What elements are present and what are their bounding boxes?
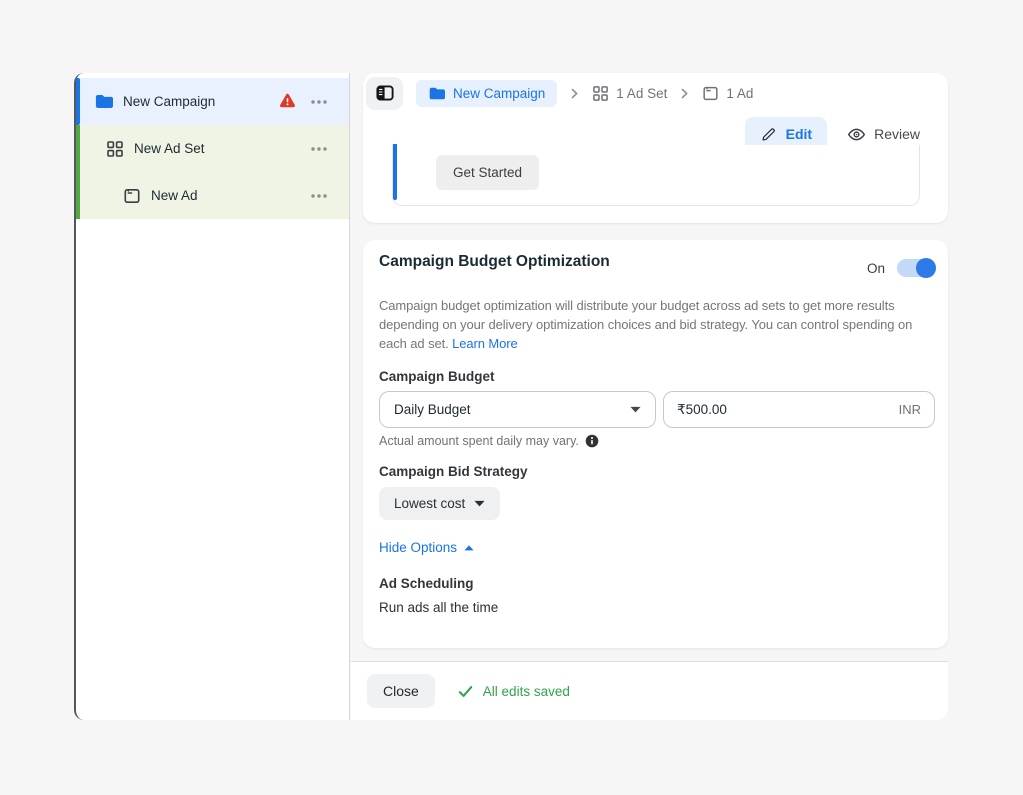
cbo-title: Campaign Budget Optimization [379,253,610,271]
budget-type-dropdown[interactable]: Daily Budget [379,391,656,428]
bid-strategy-value: Lowest cost [394,496,465,511]
bid-strategy-dropdown[interactable]: Lowest cost [379,487,500,520]
caret-up-icon [464,545,474,551]
ellipsis-menu-icon[interactable] [309,186,329,206]
sidebar-item-label: New Ad Set [134,141,205,156]
ad-set-grid-icon [592,85,609,102]
budget-amount-value: ₹500.00 [677,402,727,418]
sidebar-item-label: New Campaign [123,94,215,109]
pencil-icon [760,126,777,143]
hide-options-link[interactable]: Hide Options [379,540,474,555]
chevron-right-icon [678,87,691,100]
check-icon [457,683,474,700]
folder-icon [94,92,113,111]
learn-more-link[interactable]: Learn More [452,336,517,351]
breadcrumb-adset-label: 1 Ad Set [616,86,667,101]
breadcrumb-ad-label: 1 Ad [726,86,753,101]
cbo-description: Campaign budget optimization will distri… [379,296,939,353]
save-status: All edits saved [457,683,570,700]
green-accent-bar [76,172,80,219]
breadcrumb: New Campaign 1 Ad Set 1 Ad [363,73,948,113]
folder-icon [428,85,445,102]
caret-down-icon [474,500,485,507]
toggle-state-label: On [867,261,885,276]
blue-accent-bar [76,78,80,125]
breadcrumb-campaign-label: New Campaign [453,86,545,101]
ad-frame-icon [123,187,141,205]
bid-strategy-label: Campaign Bid Strategy [379,464,528,479]
campaign-budget-label: Campaign Budget [379,369,495,384]
sidebar-item-campaign[interactable]: New Campaign [76,78,349,125]
cbo-toggle-group: On [867,259,935,277]
save-status-label: All edits saved [483,684,570,699]
sidebar-toggle-icon [375,83,395,103]
budget-type-value: Daily Budget [394,402,471,417]
cbo-toggle-switch[interactable] [897,259,935,277]
review-button-label: Review [874,126,920,142]
edit-button-label: Edit [786,126,812,142]
review-button[interactable]: Review [847,125,920,144]
breadcrumb-campaign[interactable]: New Campaign [416,80,557,107]
ad-frame-icon [702,85,719,102]
collapse-sidebar-button[interactable] [366,77,403,110]
green-accent-bar [76,125,80,172]
editor-footer: Close All edits saved [351,661,948,720]
close-button[interactable]: Close [367,674,435,708]
ellipsis-menu-icon[interactable] [309,92,329,112]
ellipsis-menu-icon[interactable] [309,139,329,159]
sidebar-item-label: New Ad [151,188,198,203]
ad-set-grid-icon [106,140,124,158]
budget-note: Actual amount spent daily may vary. [379,434,599,448]
chevron-right-icon [568,87,581,100]
sidebar-item-ad[interactable]: New Ad [76,172,349,219]
eye-icon [847,125,866,144]
ads-manager-window: New Campaign New Ad Set [0,0,1023,795]
info-icon[interactable] [585,434,599,448]
currency-code: INR [899,402,921,417]
toggle-knob [916,258,936,278]
budget-amount-input[interactable]: ₹500.00 INR [663,391,935,428]
sidebar-item-adset[interactable]: New Ad Set [76,125,349,172]
editor-header-panel: New Campaign 1 Ad Set 1 Ad [363,73,948,223]
get-started-button[interactable]: Get Started [436,155,539,190]
breadcrumb-ad[interactable]: 1 Ad [702,85,753,102]
blue-accent-bar [393,144,397,200]
warning-icon [278,92,297,111]
caret-down-icon [630,406,641,413]
ad-scheduling-value: Run ads all the time [379,600,498,615]
get-started-section: Get Started [392,145,920,206]
ad-scheduling-label: Ad Scheduling [379,576,474,591]
campaign-budget-optimization-card: Campaign Budget Optimization On Campaign… [363,240,948,648]
campaign-tree-sidebar: New Campaign New Ad Set [74,73,350,720]
breadcrumb-adset[interactable]: 1 Ad Set [592,85,667,102]
